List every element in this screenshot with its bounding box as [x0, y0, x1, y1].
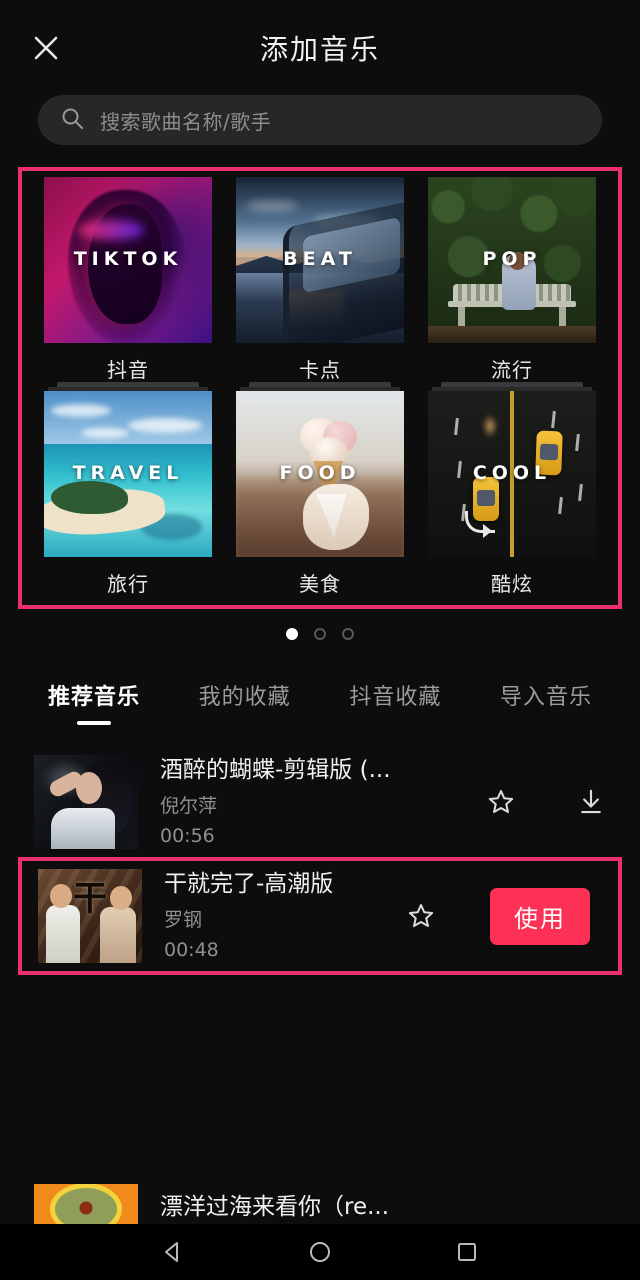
- add-music-screen: 添加音乐 搜索歌曲名称/歌手 TIKTOK 抖音 BEAT 卡点 POP 流行 …: [0, 0, 640, 1280]
- category-item-travel[interactable]: TRAVEL 旅行: [32, 382, 224, 597]
- category-label: 卡点: [299, 358, 341, 382]
- thumb-stack: POP: [428, 177, 596, 343]
- thumb-stack: TRAVEL: [44, 382, 212, 557]
- tab-label: 我的收藏: [198, 685, 291, 710]
- tab-label: 抖音收藏: [349, 685, 442, 710]
- song-title: 漂洋过海来看你（re...: [160, 1194, 390, 1221]
- category-thumbnail: TRAVEL: [44, 391, 212, 557]
- song-artist: 倪尔萍: [160, 795, 218, 818]
- tab-my-favorites[interactable]: 我的收藏: [199, 679, 291, 725]
- use-button[interactable]: 使用: [490, 887, 590, 945]
- song-thumbnail: [34, 755, 138, 849]
- page-dot-1[interactable]: [286, 628, 298, 640]
- back-triangle-icon[interactable]: [147, 1226, 199, 1278]
- song-info: 酒醉的蝴蝶-剪辑版 (... 倪尔萍 00:56: [138, 757, 480, 848]
- category-thumbnail: COOL: [428, 391, 596, 557]
- song-artwork: 干: [38, 869, 142, 963]
- song-artwork: [34, 755, 138, 849]
- download-icon[interactable]: [570, 781, 612, 823]
- page-dot-3[interactable]: [342, 628, 354, 640]
- category-overlay-text: COOL: [472, 461, 552, 484]
- category-item-cool[interactable]: COOL 酷炫: [416, 382, 608, 597]
- song-info: 干就完了-高潮版 罗钢 00:48: [142, 871, 400, 962]
- song-list-clipped: 漂洋过海来看你（re...: [0, 1174, 640, 1224]
- category-item-pop[interactable]: POP 流行: [416, 177, 608, 383]
- tab-import-music[interactable]: 导入音乐: [500, 679, 592, 725]
- search-icon: [60, 106, 84, 134]
- song-thumbnail: [34, 1184, 138, 1224]
- home-circle-icon[interactable]: [294, 1226, 346, 1278]
- category-grid-highlight: TIKTOK 抖音 BEAT 卡点 POP 流行 TRAVEL 旅行 FOOD …: [18, 167, 622, 609]
- song-title: 酒醉的蝴蝶-剪辑版 (...: [160, 756, 391, 783]
- header-bar: 添加音乐: [0, 0, 640, 95]
- page-dot-2[interactable]: [314, 628, 326, 640]
- category-overlay-text: BEAT: [283, 247, 357, 270]
- song-thumbnail: 干: [38, 869, 142, 963]
- category-overlay-text: TIKTOK: [73, 247, 183, 270]
- category-overlay-text: POP: [482, 247, 542, 270]
- category-overlay-text: FOOD: [279, 461, 361, 484]
- category-label: 美食: [299, 572, 341, 596]
- tab-label: 推荐音乐: [48, 685, 141, 710]
- category-label: 流行: [491, 358, 533, 382]
- category-thumbnail: FOOD: [236, 391, 404, 557]
- recents-square-icon[interactable]: [441, 1226, 493, 1278]
- song-actions: [480, 781, 612, 823]
- category-label: 抖音: [107, 358, 149, 382]
- star-icon[interactable]: [480, 781, 522, 823]
- song-title: 干就完了-高潮版: [164, 870, 334, 897]
- category-grid: TIKTOK 抖音 BEAT 卡点 POP 流行 TRAVEL 旅行 FOOD …: [22, 177, 618, 597]
- android-navigation-bar: [0, 1224, 640, 1280]
- category-thumbnail: TIKTOK: [44, 177, 212, 343]
- thumb-stack: BEAT: [236, 177, 404, 343]
- star-icon[interactable]: [400, 895, 442, 937]
- thumb-stack: TIKTOK: [44, 177, 212, 343]
- song-artwork: [34, 1184, 138, 1224]
- category-thumbnail: POP: [428, 177, 596, 343]
- search-container: 搜索歌曲名称/歌手: [0, 95, 640, 145]
- category-label: 旅行: [107, 572, 149, 596]
- song-artist: 罗钢: [164, 909, 203, 932]
- search-placeholder-text: 搜索歌曲名称/歌手: [100, 109, 272, 134]
- song-duration: 00:48: [164, 939, 219, 962]
- artwork-glyph: 干: [73, 879, 107, 920]
- thumb-stack: FOOD: [236, 382, 404, 557]
- carousel-pagination: [0, 623, 640, 645]
- thumb-stack: COOL: [428, 382, 596, 557]
- song-row-selected[interactable]: 干 干就完了-高潮版 罗钢 00:48 使用: [18, 857, 622, 975]
- song-row[interactable]: 酒醉的蝴蝶-剪辑版 (... 倪尔萍 00:56: [0, 747, 640, 857]
- category-overlay-text: TRAVEL: [72, 461, 184, 484]
- song-duration: 00:56: [160, 825, 215, 848]
- category-item-food[interactable]: FOOD 美食: [224, 382, 416, 597]
- category-thumbnail: BEAT: [236, 177, 404, 343]
- tab-douyin-favorites[interactable]: 抖音收藏: [349, 679, 441, 725]
- category-label: 酷炫: [491, 572, 533, 596]
- page-title: 添加音乐: [259, 33, 380, 66]
- song-list: 酒醉的蝴蝶-剪辑版 (... 倪尔萍 00:56 干 干就完了-高潮版 罗钢 0…: [0, 747, 640, 1224]
- song-actions: 使用: [400, 887, 590, 945]
- song-row[interactable]: 漂洋过海来看你（re...: [0, 1174, 640, 1224]
- tab-active-indicator: [77, 721, 111, 725]
- tab-label: 导入音乐: [499, 685, 592, 710]
- music-tabs: 推荐音乐 我的收藏 抖音收藏 导入音乐: [0, 645, 640, 725]
- category-item-beat[interactable]: BEAT 卡点: [224, 177, 416, 383]
- song-info: 漂洋过海来看你（re...: [138, 1176, 612, 1222]
- category-item-tiktok[interactable]: TIKTOK 抖音: [32, 177, 224, 383]
- search-input[interactable]: 搜索歌曲名称/歌手: [38, 95, 602, 145]
- tab-recommended[interactable]: 推荐音乐: [48, 679, 140, 725]
